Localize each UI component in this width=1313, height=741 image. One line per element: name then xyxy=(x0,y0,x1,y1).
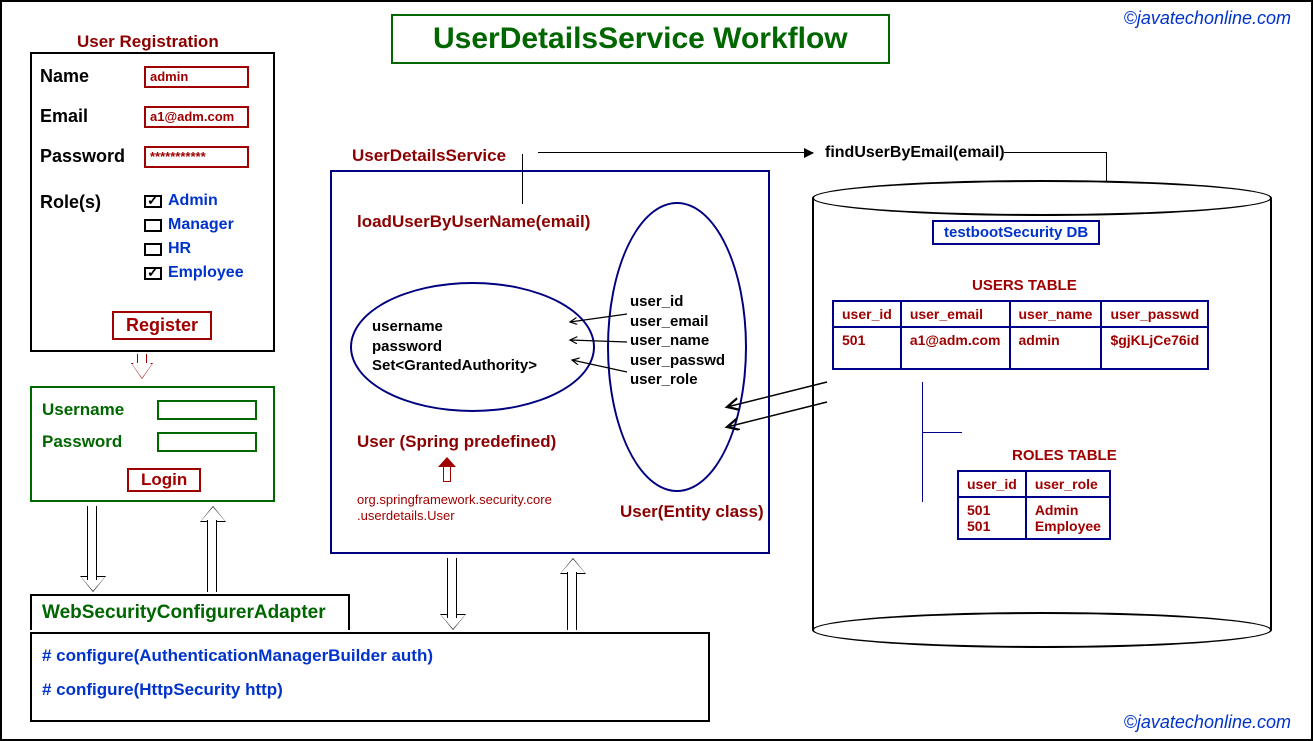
connector-line xyxy=(922,432,962,433)
login-password-label: Password xyxy=(42,432,122,452)
roles-c1: 501 501 xyxy=(958,497,1026,539)
connector-line xyxy=(1106,152,1107,182)
users-c4: $gjKLjCe76id xyxy=(1101,327,1208,369)
config-line2: # configure(HttpSecurity http) xyxy=(42,680,698,700)
checkbox-icon[interactable] xyxy=(144,267,162,280)
users-h3: user_name xyxy=(1010,301,1102,327)
connector-line xyxy=(922,382,923,502)
watermark-bottom: ©javatechonline.com xyxy=(1124,712,1291,733)
checkbox-icon[interactable] xyxy=(144,195,162,208)
bi-arrow-icon xyxy=(82,506,104,592)
role-admin[interactable]: Admin xyxy=(144,192,218,210)
uds-title: UserDetailsService xyxy=(352,146,506,166)
users-h2: user_email xyxy=(901,301,1010,327)
users-h1: user_id xyxy=(833,301,901,327)
login-button[interactable]: Login xyxy=(127,468,201,492)
entity-db-arrow-icon xyxy=(722,372,832,442)
registration-form: Name admin Email a1@adm.com Password ***… xyxy=(30,52,275,352)
username-field[interactable] xyxy=(157,400,257,420)
entity-user-label: User(Entity class) xyxy=(620,502,764,522)
roles-h2: user_role xyxy=(1026,471,1110,497)
diagram-canvas: UserDetailsService Workflow ©javatechonl… xyxy=(0,0,1313,741)
name-field[interactable]: admin xyxy=(144,66,249,88)
register-button[interactable]: Register xyxy=(112,311,212,340)
spring-user-label: User (Spring predefined) xyxy=(357,432,556,452)
roles-table: user_id user_role 501 501 Admin Employee xyxy=(957,470,1111,540)
checkbox-icon[interactable] xyxy=(144,219,162,232)
role-label: Employee xyxy=(168,264,244,282)
registration-heading: User Registration xyxy=(77,32,219,52)
db-name: testbootSecurity DB xyxy=(932,220,1100,245)
users-c2: a1@adm.com xyxy=(901,327,1010,369)
users-table-title: USERS TABLE xyxy=(972,277,1077,294)
table-row: 501 501 Admin Employee xyxy=(958,497,1110,539)
uds-method: loadUserByUserName(email) xyxy=(357,212,590,232)
password-field[interactable]: *********** xyxy=(144,146,249,168)
spring-user-fields: username password Set<GrantedAuthority> xyxy=(372,317,537,376)
email-field[interactable]: a1@adm.com xyxy=(144,106,249,128)
email-label: Email xyxy=(40,106,88,127)
role-label: HR xyxy=(168,240,191,258)
db-cylinder xyxy=(812,198,1272,630)
config-line1: # configure(AuthenticationManagerBuilder… xyxy=(42,646,698,666)
watermark-top: ©javatechonline.com xyxy=(1124,8,1291,29)
db-cylinder-top xyxy=(812,180,1272,216)
config-adapter-body: # configure(AuthenticationManagerBuilder… xyxy=(30,632,710,722)
mapping-arrows-icon xyxy=(562,302,642,412)
entity-user-fields: user_id user_email user_name user_passwd… xyxy=(630,292,725,390)
users-c3: admin xyxy=(1010,327,1102,369)
users-h4: user_passwd xyxy=(1101,301,1208,327)
role-employee[interactable]: Employee xyxy=(144,264,244,282)
name-label: Name xyxy=(40,66,89,87)
roles-c2: Admin Employee xyxy=(1026,497,1110,539)
db-cylinder-bottom xyxy=(812,612,1272,648)
bi-arrow-icon xyxy=(202,506,224,592)
login-form: Username Password Login xyxy=(30,386,275,502)
roles-label: Role(s) xyxy=(40,192,101,213)
arrow-up-icon xyxy=(440,457,454,483)
role-label: Manager xyxy=(168,216,234,234)
config-adapter-title: WebSecurityConfigurerAdapter xyxy=(30,594,350,630)
arrow-down-icon xyxy=(133,354,151,378)
uds-box: loadUserByUserName(email) username passw… xyxy=(330,170,770,554)
table-row: 501 a1@adm.com admin $gjKLjCe76id xyxy=(833,327,1208,369)
roles-table-title: ROLES TABLE xyxy=(1012,447,1117,464)
bi-arrow-icon xyxy=(442,558,464,630)
role-label: Admin xyxy=(168,192,218,210)
connector-line xyxy=(1004,152,1106,153)
login-password-field[interactable] xyxy=(157,432,257,452)
username-label: Username xyxy=(42,400,124,420)
checkbox-icon[interactable] xyxy=(144,243,162,256)
package-path: org.springframework.security.core .userd… xyxy=(357,492,552,523)
bi-arrow-icon xyxy=(562,558,584,630)
password-label: Password xyxy=(40,146,125,167)
role-manager[interactable]: Manager xyxy=(144,216,234,234)
role-hr[interactable]: HR xyxy=(144,240,191,258)
roles-h1: user_id xyxy=(958,471,1026,497)
diagram-title: UserDetailsService Workflow xyxy=(391,14,890,64)
users-table: user_id user_email user_name user_passwd… xyxy=(832,300,1209,370)
arrow-right-icon xyxy=(538,152,813,153)
find-method-label: findUserByEmail(email) xyxy=(825,144,1005,162)
users-c1: 501 xyxy=(833,327,901,369)
